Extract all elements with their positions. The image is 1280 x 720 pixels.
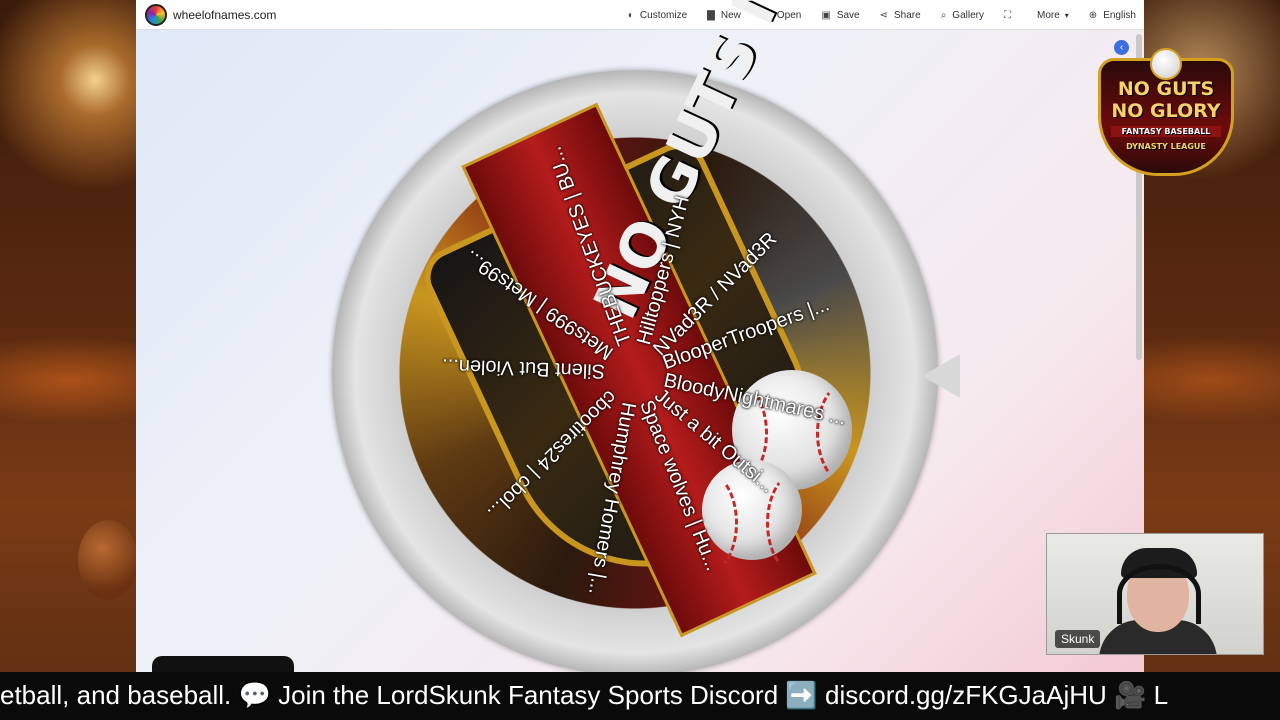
- wheel-pointer-icon: [922, 354, 960, 398]
- league-logo-line3: FANTASY BASEBALL: [1111, 126, 1221, 137]
- ticker-discord-link: discord.gg/zFKGJaAjHU: [825, 680, 1107, 710]
- main-menu: ◐ Customize ▇ New ▬ Open ▣ Save ⋖ Share ⌕ Gallery ⛶ M…: [608, 0, 1136, 30]
- league-logo-line2: NO GLORY: [1111, 100, 1221, 122]
- wheel-logo-icon: [145, 4, 167, 26]
- league-logo-line1: NO GUTS: [1117, 78, 1215, 100]
- video-camera-icon: 🎥: [1114, 680, 1147, 710]
- chevron-down-icon: ▾: [1064, 10, 1069, 20]
- ticker-part2: Join the LordSkunk Fantasy Sports Discor…: [278, 680, 779, 710]
- palette-icon: ◐: [627, 9, 634, 21]
- ticker-part4: L: [1153, 680, 1169, 710]
- site-name: wheelofnames.com: [173, 8, 277, 22]
- menu-item-fullscreen[interactable]: ⛶: [1004, 10, 1017, 21]
- menu-item-more[interactable]: More ▾: [1037, 10, 1069, 21]
- globe-icon: ⊕: [1088, 9, 1098, 21]
- menu-item-english[interactable]: ⊕ English: [1089, 10, 1136, 21]
- menu-item-label: Customize: [639, 9, 688, 21]
- menu-item-customize[interactable]: ◐ Customize: [628, 10, 687, 21]
- webcam-name-label: Skunk: [1055, 630, 1101, 648]
- share-icon: ⋖: [879, 9, 888, 21]
- ticker-text: etball, and baseball. 💬 Join the LordSku…: [0, 680, 1168, 711]
- search-icon: ⌕: [940, 9, 947, 21]
- menu-item-share[interactable]: ⋖ Share: [880, 10, 921, 21]
- save-icon: ▣: [821, 9, 831, 21]
- speech-bubble-icon: 💬: [238, 680, 271, 710]
- fullscreen-icon: ⛶: [1003, 9, 1011, 21]
- top-navigation-bar: wheelofnames.com ◐ Customize ▇ New ▬ Open ▣ Sav…: [136, 0, 1144, 30]
- ticker-part1: etball, and baseball.: [0, 680, 232, 710]
- football-decoration: [78, 520, 138, 600]
- menu-item-label: Save: [836, 9, 860, 21]
- baseball-icon: [1150, 48, 1182, 80]
- league-logo: NO GUTS NO GLORY FANTASY BASEBALL DYNAST…: [1094, 48, 1238, 182]
- site-brand[interactable]: wheelofnames.com: [145, 4, 276, 26]
- menu-item-label: English: [1103, 9, 1136, 21]
- league-logo-line4: DYNASTY LEAGUE: [1126, 142, 1206, 151]
- stream-ticker: etball, and baseball. 💬 Join the LordSku…: [0, 672, 1280, 720]
- menu-item-label: Gallery: [952, 9, 984, 21]
- wheel[interactable]: NO GUTS NO GLORY Hilltoppers | NYHNVad3R…: [332, 0, 938, 672]
- webcam-overlay: Skunk: [1046, 533, 1264, 655]
- menu-item-label: Share: [894, 9, 921, 21]
- arrow-right-icon: ➡️: [785, 680, 818, 710]
- menu-item-label: More: [1036, 9, 1060, 21]
- browser-window: wheelofnames.com ◐ Customize ▇ New ▬ Open ▣ Sav…: [136, 0, 1144, 672]
- menu-item-save[interactable]: ▣ Save: [821, 10, 859, 21]
- headset-icon: [1117, 564, 1201, 624]
- menu-item-gallery[interactable]: ⌕ Gallery: [941, 10, 984, 21]
